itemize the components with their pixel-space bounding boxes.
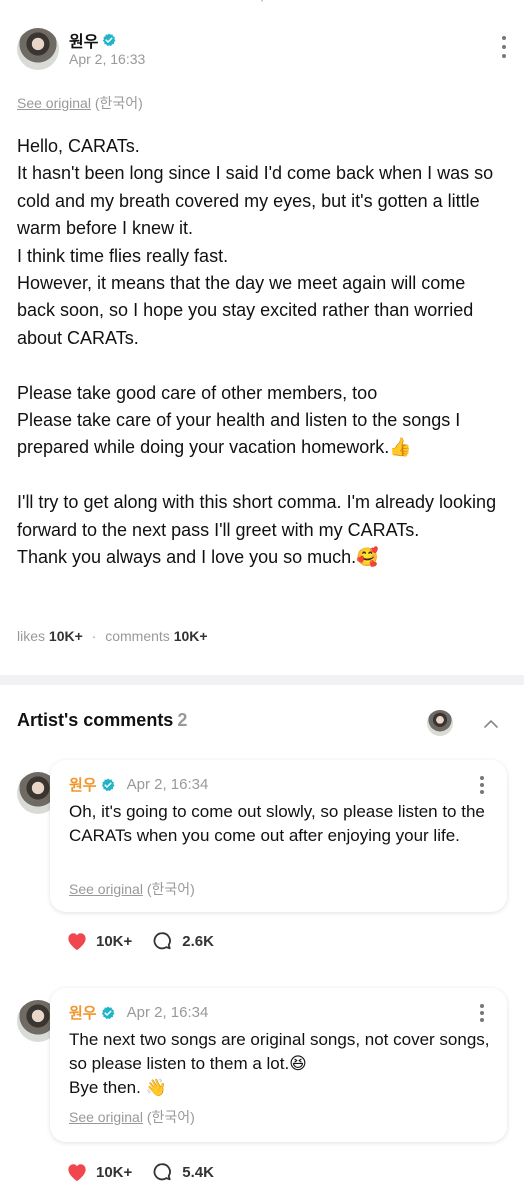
comments-label: comments xyxy=(105,628,170,644)
stats-separator: · xyxy=(91,628,97,644)
comment-date: Apr 2, 16:34 xyxy=(126,776,209,793)
author-name-row: 원우 xyxy=(69,28,116,52)
comments-count[interactable]: 10K+ xyxy=(174,628,208,644)
post-line: I'll try to get along with this short co… xyxy=(17,492,497,540)
comment-author-name[interactable]: 원우 xyxy=(69,1002,97,1023)
likes-count[interactable]: 10K+ xyxy=(49,628,83,644)
post-date: Apr 2, 16:33 xyxy=(69,51,146,67)
comment-bubble: 원우 Apr 2, 16:34 Oh, it's going to come o… xyxy=(50,760,507,912)
comment-head: 원우 Apr 2, 16:34 xyxy=(69,1002,208,1023)
comment-bubble: 원우 Apr 2, 16:34 The next two songs are o… xyxy=(50,988,507,1142)
kebab-menu-icon[interactable] xyxy=(479,776,485,794)
author-avatar[interactable] xyxy=(17,28,59,70)
comment-reactions: 10K+ 2.6K xyxy=(66,931,214,951)
artist-comments-header: Artist's comments 2 xyxy=(17,710,507,740)
heart-icon[interactable] xyxy=(66,931,88,951)
original-language: (한국어) xyxy=(94,95,143,111)
post-line: Thank you always and I love you so much.… xyxy=(17,547,379,568)
comment-author-name[interactable]: 원우 xyxy=(69,774,97,795)
post-line: I think time flies really fast. xyxy=(17,245,229,266)
like-count: 10K+ xyxy=(96,932,133,950)
post: 원우 Apr 2, 16:33 See original (한국어) Hello… xyxy=(0,0,524,675)
artist-comments-title: Artist's comments xyxy=(17,710,174,730)
reply-count: 5.4K xyxy=(182,1163,214,1181)
post-line: Please take good care of other members, … xyxy=(17,382,378,403)
post-line: It hasn't been long since I said I'd com… xyxy=(17,163,494,239)
heart-icon[interactable] xyxy=(66,1162,88,1182)
verified-badge-icon xyxy=(101,778,115,791)
verified-badge-icon xyxy=(103,33,116,47)
comment-line: The next two songs are original songs, n… xyxy=(69,1030,490,1073)
comment-reactions: 10K+ 5.4K xyxy=(66,1162,214,1182)
see-original: See original (한국어) xyxy=(69,879,195,899)
reply-count: 2.6K xyxy=(182,932,214,950)
kebab-menu-icon[interactable] xyxy=(501,36,507,58)
comment-bubble-icon[interactable] xyxy=(152,931,172,951)
author-name[interactable]: 원우 xyxy=(69,28,98,52)
post-line: However, it means that the day we meet a… xyxy=(17,273,474,348)
artist-comments-count: 2 xyxy=(177,710,188,730)
post-body: Hello, CARATs. It hasn't been long since… xyxy=(17,133,507,571)
see-original-link[interactable]: See original xyxy=(69,881,143,897)
likes-label: likes xyxy=(17,628,46,644)
comment-head: 원우 Apr 2, 16:34 xyxy=(69,774,208,795)
post-line: Please take care of your health and list… xyxy=(17,410,461,458)
see-original: See original (한국어) xyxy=(17,93,143,113)
verified-badge-icon xyxy=(101,1006,115,1019)
like-count: 10K+ xyxy=(96,1163,133,1181)
comment-date: Apr 2, 16:34 xyxy=(126,1004,209,1021)
comment-bubble-icon[interactable] xyxy=(152,1162,172,1182)
artist-avatar-small[interactable] xyxy=(427,710,453,736)
comment-text: The next two songs are original songs, n… xyxy=(69,1028,493,1100)
chevron-up-icon[interactable] xyxy=(483,716,499,732)
comment-text: Oh, it's going to come out slowly, so pl… xyxy=(69,802,485,845)
original-language: (한국어) xyxy=(146,1109,195,1125)
kebab-menu-icon[interactable] xyxy=(479,1004,485,1022)
see-original-link[interactable]: See original xyxy=(17,95,91,111)
artist-comment: 원우 Apr 2, 16:34 The next two songs are o… xyxy=(17,988,507,1198)
see-original: See original (한국어) xyxy=(69,1107,195,1127)
post-line: Hello, CARATs. xyxy=(17,136,140,156)
see-original-link[interactable]: See original xyxy=(69,1109,143,1125)
post-header: 원우 Apr 2, 16:33 xyxy=(17,26,507,72)
comment-line: Bye then. 👋 xyxy=(69,1078,167,1097)
post-stats: likes 10K+ · comments 10K+ xyxy=(17,628,208,644)
artist-comment: 원우 Apr 2, 16:34 Oh, it's going to come o… xyxy=(17,760,507,970)
original-language: (한국어) xyxy=(146,881,195,897)
section-divider xyxy=(0,675,524,685)
